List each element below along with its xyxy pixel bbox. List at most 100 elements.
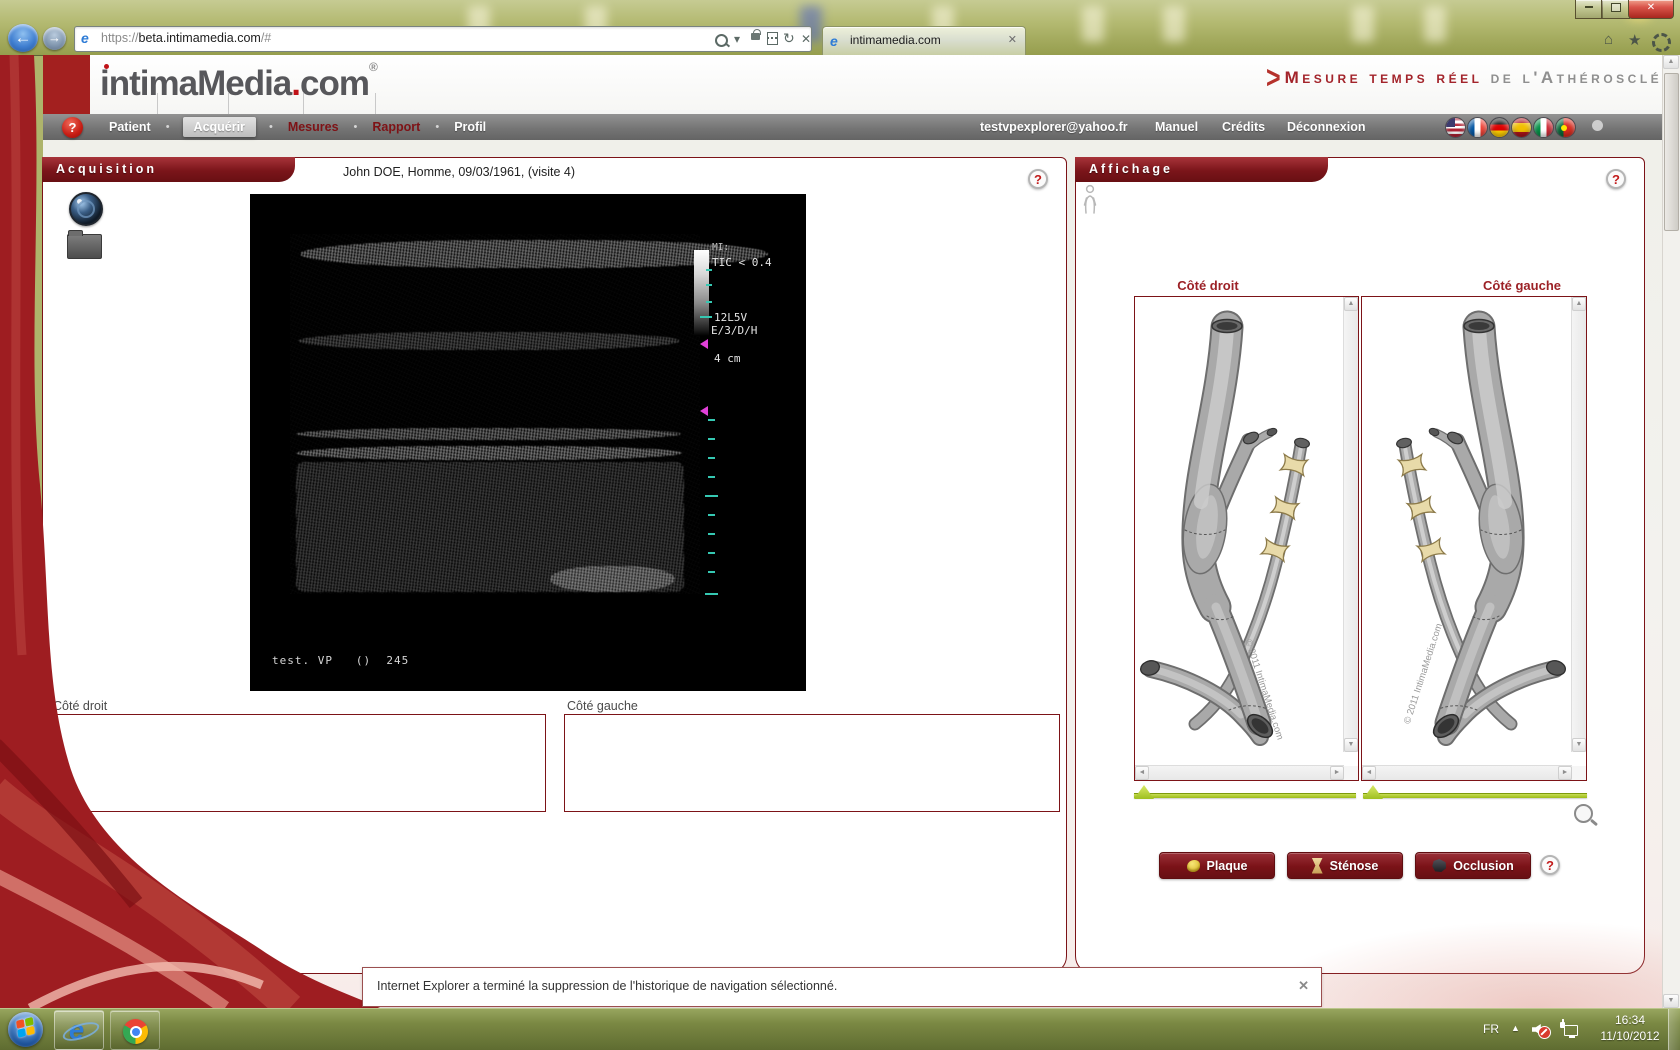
left-side-measurements-box[interactable] (564, 714, 1060, 812)
search-dropdown-icon[interactable]: ▾ (734, 32, 740, 46)
legend-help-button[interactable]: ? (1540, 855, 1560, 875)
zoom-slider-left[interactable] (1363, 787, 1587, 801)
nav-link-deconnexion[interactable]: Déconnexion (1287, 120, 1366, 134)
scrollbar-thumb[interactable] (1664, 73, 1679, 231)
horizontal-scrollbar[interactable]: ◄ ► (1135, 765, 1344, 780)
stenose-button[interactable]: Sténose (1287, 852, 1403, 879)
show-desktop-button[interactable] (1668, 1009, 1680, 1050)
slider-track[interactable] (1134, 793, 1356, 798)
stenose-label: Sténose (1330, 859, 1379, 873)
flag-es-icon[interactable] (1511, 117, 1532, 138)
capture-camera-button[interactable] (69, 192, 103, 226)
slider-thumb[interactable] (1134, 785, 1154, 799)
browser-tab[interactable]: e intimamedia.com ✕ (822, 26, 1026, 56)
mi-label: MI: (712, 242, 729, 253)
occlusion-button[interactable]: Occlusion (1415, 852, 1531, 879)
stenose-icon (1312, 858, 1323, 874)
address-bar[interactable]: e https://beta.intimamedia.com/# ▾ ↻ ✕ (74, 26, 812, 52)
artery-diagram[interactable] (1135, 297, 1344, 771)
notification-close-icon[interactable]: ✕ (1298, 978, 1309, 994)
settings-gear-icon[interactable] (1652, 33, 1671, 56)
header-red-accent (43, 55, 90, 114)
scroll-left-icon[interactable]: ◄ (1362, 766, 1376, 780)
horizontal-scrollbar[interactable]: ◄ ► (1362, 765, 1572, 780)
artery-diagram-box-left[interactable]: © 2011 IntimaMedia.com ▲ ▼ ◄ ► (1361, 296, 1587, 781)
vertical-scrollbar[interactable]: ▲ ▼ (1571, 297, 1586, 752)
scroll-up-icon[interactable]: ▲ (1344, 297, 1358, 311)
browser-forward-button[interactable]: → (43, 27, 66, 50)
chevron-icon: > (1266, 60, 1281, 96)
tab-close-icon[interactable]: ✕ (1008, 33, 1017, 46)
nav-help-button[interactable]: ? (62, 117, 83, 138)
zoom-slider-right[interactable] (1134, 787, 1356, 801)
favorites-star-icon[interactable]: ★ (1628, 31, 1641, 49)
browser-back-button[interactable]: ← (8, 24, 38, 52)
zoom-magnifier-icon[interactable] (1574, 804, 1593, 823)
diagram-left-title: Côté gauche (1409, 278, 1635, 293)
forward-icon: → (48, 30, 61, 45)
artery-diagram-box-right[interactable]: © 2011 IntimaMedia.com ▲ ▼ ◄ ► (1134, 296, 1359, 781)
flag-it-icon[interactable] (1533, 117, 1554, 138)
scroll-down-icon[interactable]: ▼ (1344, 738, 1358, 752)
scroll-up-icon[interactable]: ▲ (1663, 55, 1679, 69)
page-scrollbar[interactable]: ▲ ▼ (1662, 55, 1680, 1008)
taskbar-chrome-button[interactable] (110, 1010, 160, 1050)
site-logo[interactable]: intimaMedia.com® (100, 60, 378, 104)
artery-diagram[interactable] (1362, 297, 1571, 771)
nav-item-rapport[interactable]: Rapport (370, 120, 422, 134)
nav-separator: • (354, 121, 358, 133)
occlusion-label: Occlusion (1453, 859, 1513, 873)
scroll-right-icon[interactable]: ► (1330, 766, 1344, 780)
person-icon (1081, 184, 1099, 214)
nav-link-manuel[interactable]: Manuel (1155, 120, 1198, 134)
taskbar-clock[interactable]: 16:34 11/10/2012 (1592, 1013, 1668, 1043)
taskbar-ie-button[interactable]: e (54, 1010, 104, 1050)
url-text[interactable]: https://beta.intimamedia.com/# (101, 31, 271, 45)
tray-expand-icon[interactable]: ▲ (1511, 1023, 1520, 1033)
nav-link-credits[interactable]: Crédits (1222, 120, 1265, 134)
scroll-left-icon[interactable]: ◄ (1135, 766, 1149, 780)
start-button[interactable] (8, 1012, 43, 1047)
search-icon[interactable] (715, 34, 728, 50)
window-maximize-button[interactable] (1601, 0, 1630, 19)
home-icon[interactable]: ⌂ (1604, 31, 1613, 48)
nav-item-mesures[interactable]: Mesures (286, 120, 341, 134)
site-tagline: >Mesure temps réel de l'Athérosclérose (1266, 64, 1680, 93)
flag-us-icon[interactable] (1445, 117, 1466, 138)
language-indicator[interactable]: FR (1483, 1022, 1499, 1036)
nav-item-acquerir[interactable]: Acquérir (183, 117, 256, 137)
nav-item-profil[interactable]: Profil (452, 120, 488, 134)
ultrasound-image[interactable]: MI: TIC < 0.4 12L5V E/3/D/H 4 cm test. V… (250, 194, 806, 691)
scroll-right-icon[interactable]: ► (1558, 766, 1572, 780)
volume-muted-icon[interactable] (1532, 1022, 1546, 1036)
vessel-layer (298, 332, 680, 350)
stop-icon[interactable]: ✕ (801, 32, 811, 46)
right-side-measurements-box[interactable] (52, 714, 546, 812)
acquisition-help-button[interactable]: ? (1028, 169, 1048, 189)
compatibility-view-icon[interactable] (767, 32, 778, 48)
back-icon: ← (15, 28, 32, 47)
header-divider (228, 93, 229, 114)
flag-fr-icon[interactable] (1467, 117, 1488, 138)
scroll-down-icon[interactable]: ▼ (1663, 994, 1679, 1008)
refresh-icon[interactable]: ↻ (783, 30, 795, 47)
slider-thumb[interactable] (1363, 785, 1383, 799)
flag-pt-icon[interactable] (1555, 117, 1576, 138)
slider-track[interactable] (1363, 793, 1587, 798)
display-help-button[interactable]: ? (1606, 169, 1626, 189)
window-close-button[interactable]: ✕ (1628, 0, 1674, 19)
scroll-down-icon[interactable]: ▼ (1572, 738, 1586, 752)
windows-taskbar: e FR ▲ 16:34 11/10/2012 (0, 1008, 1680, 1050)
nav-item-patient[interactable]: Patient (107, 120, 153, 134)
scroll-up-icon[interactable]: ▲ (1572, 297, 1586, 311)
exam-footer-label: test. VP () 245 (272, 654, 409, 667)
network-icon[interactable] (1560, 1022, 1578, 1038)
close-icon: ✕ (1647, 2, 1655, 13)
plaque-button[interactable]: Plaque (1159, 852, 1275, 879)
flag-de-icon[interactable] (1489, 117, 1510, 138)
open-folder-button[interactable] (67, 234, 102, 259)
ie-favicon: e (81, 31, 96, 46)
window-minimize-button[interactable] (1575, 0, 1603, 19)
clock-time: 16:34 (1592, 1013, 1668, 1027)
vertical-scrollbar[interactable]: ▲ ▼ (1343, 297, 1358, 752)
